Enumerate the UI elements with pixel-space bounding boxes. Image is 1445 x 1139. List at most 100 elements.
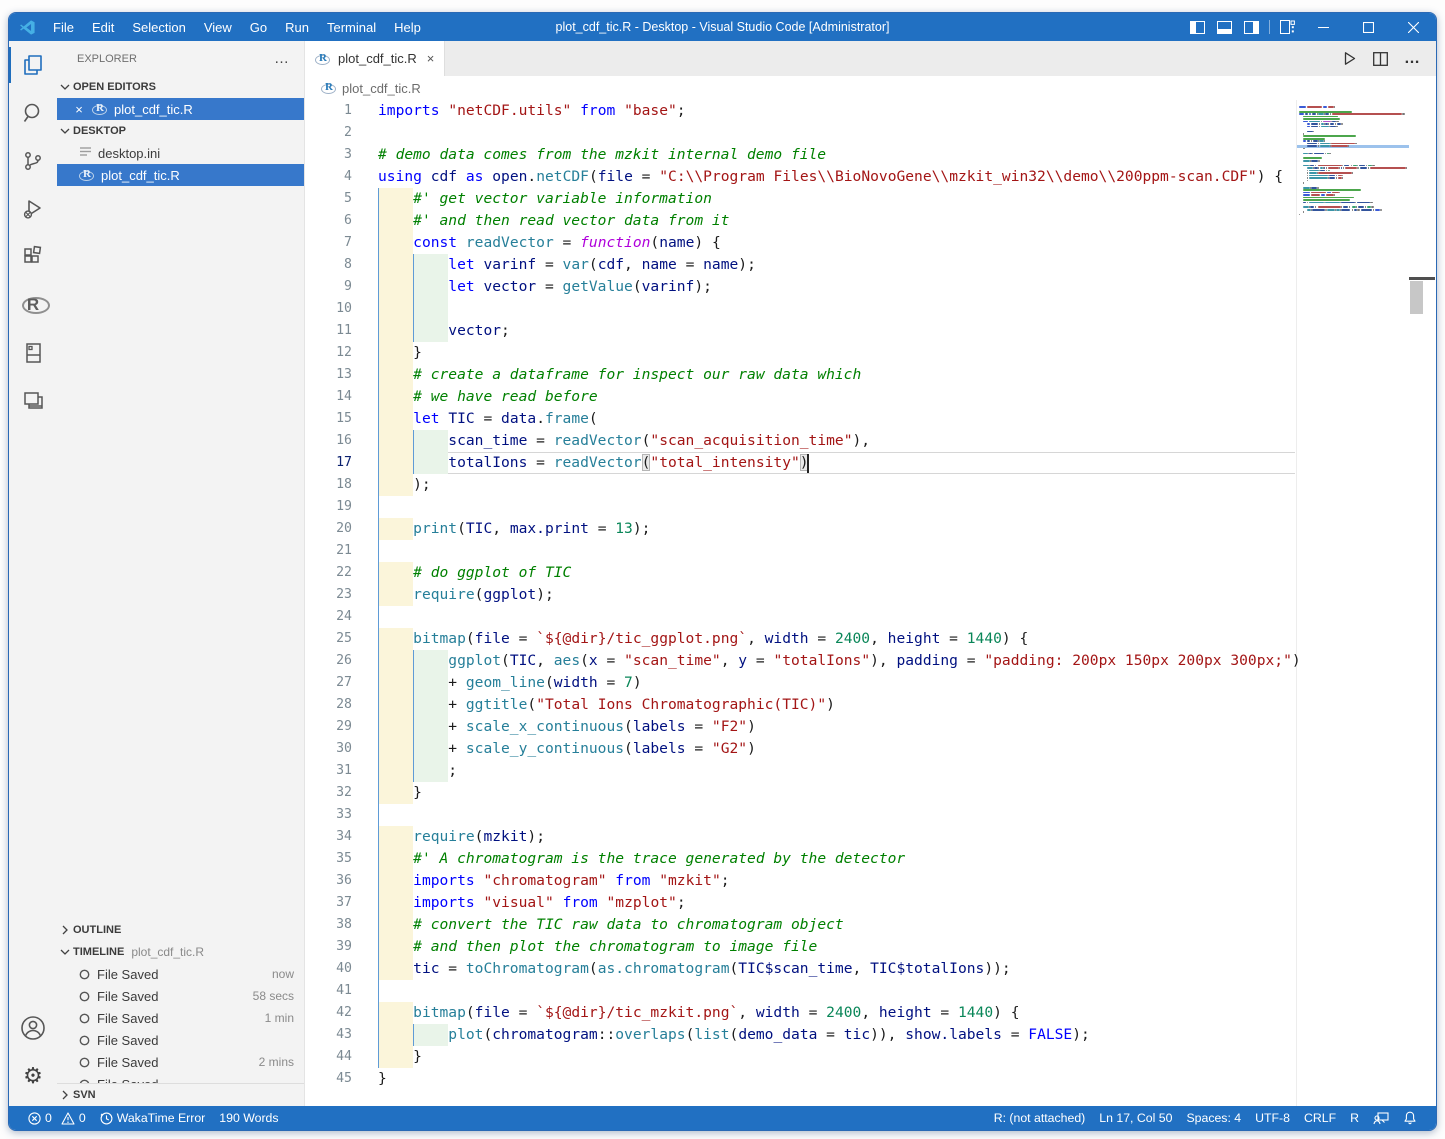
code-line[interactable]: 3# demo data comes from the mzkit intern… bbox=[305, 144, 1297, 166]
language-mode-status[interactable]: R bbox=[1343, 1106, 1366, 1130]
code-line[interactable]: 8 let varinf = var(cdf, name = name); bbox=[305, 254, 1297, 276]
wakatime-status[interactable]: WakaTime Error bbox=[93, 1106, 213, 1130]
code-line[interactable]: 44 } bbox=[305, 1046, 1297, 1068]
code-line[interactable]: 18 ); bbox=[305, 474, 1297, 496]
code-line[interactable]: 2 bbox=[305, 122, 1297, 144]
toggle-secondary-sidebar-icon[interactable] bbox=[1238, 13, 1265, 41]
maximize-button[interactable] bbox=[1346, 13, 1391, 41]
code-line[interactable]: 29 + scale_x_continuous(labels = "F2") bbox=[305, 716, 1297, 738]
code-line[interactable]: 37 imports "visual" from "mzplot"; bbox=[305, 892, 1297, 914]
menu-go[interactable]: Go bbox=[241, 20, 276, 35]
tab-plot-cdf-tic[interactable]: plot_cdf_tic.R × bbox=[305, 41, 445, 76]
code-line[interactable]: 5 #' get vector variable information bbox=[305, 188, 1297, 210]
split-editor-icon[interactable] bbox=[1373, 52, 1388, 66]
code-line[interactable]: 32 } bbox=[305, 782, 1297, 804]
menu-selection[interactable]: Selection bbox=[123, 20, 194, 35]
tab-close-icon[interactable]: × bbox=[427, 51, 435, 66]
cursor-position-status[interactable]: Ln 17, Col 50 bbox=[1092, 1106, 1179, 1130]
code-line[interactable]: 36 imports "chromatogram" from "mzkit"; bbox=[305, 870, 1297, 892]
code-line[interactable]: 13 # create a dataframe for inspect our … bbox=[305, 364, 1297, 386]
close-editor-icon[interactable]: × bbox=[71, 102, 87, 117]
breadcrumb[interactable]: plot_cdf_tic.R bbox=[305, 76, 1436, 100]
menu-help[interactable]: Help bbox=[385, 20, 430, 35]
account-icon[interactable] bbox=[9, 1004, 57, 1052]
code-line[interactable]: 30 + scale_y_continuous(labels = "G2") bbox=[305, 738, 1297, 760]
code-line[interactable]: 45} bbox=[305, 1068, 1297, 1090]
timeline-item[interactable]: File Saved1 min bbox=[57, 1007, 304, 1029]
menu-file[interactable]: File bbox=[44, 20, 83, 35]
indentation-status[interactable]: Spaces: 4 bbox=[1179, 1106, 1248, 1130]
file-item-plot-cdf-tic[interactable]: plot_cdf_tic.R bbox=[57, 164, 304, 186]
menu-terminal[interactable]: Terminal bbox=[318, 20, 385, 35]
code-line[interactable]: 27 + geom_line(width = 7) bbox=[305, 672, 1297, 694]
toggle-sidebar-icon[interactable] bbox=[1184, 13, 1211, 41]
source-control-icon[interactable] bbox=[9, 137, 57, 185]
code-line[interactable]: 34 require(mzkit); bbox=[305, 826, 1297, 848]
code-editor[interactable]: 1imports "netCDF.utils" from "base";23# … bbox=[305, 100, 1436, 1106]
timeline-item[interactable]: File Savednow bbox=[57, 963, 304, 985]
code-line[interactable]: 41 bbox=[305, 980, 1297, 1002]
code-line[interactable]: 43 plot(chromatogram::overlaps(list(demo… bbox=[305, 1024, 1297, 1046]
code-line[interactable]: 16 scan_time = readVector("scan_acquisit… bbox=[305, 430, 1297, 452]
code-line[interactable]: 4using cdf as open.netCDF(file = "C:\\Pr… bbox=[305, 166, 1297, 188]
open-editor-item[interactable]: × plot_cdf_tic.R bbox=[57, 98, 304, 120]
code-line[interactable]: 15 let TIC = data.frame( bbox=[305, 408, 1297, 430]
close-button[interactable] bbox=[1391, 13, 1436, 41]
timeline-header[interactable]: TIMELINE plot_cdf_tic.R bbox=[57, 941, 304, 963]
eol-status[interactable]: CRLF bbox=[1297, 1106, 1343, 1130]
code-line[interactable]: 14 # we have read before bbox=[305, 386, 1297, 408]
code-line[interactable]: 35 #' A chromatogram is the trace genera… bbox=[305, 848, 1297, 870]
timeline-item[interactable]: File Saved58 secs bbox=[57, 985, 304, 1007]
r-session-status[interactable]: R: (not attached) bbox=[987, 1106, 1093, 1130]
editor-more-actions-icon[interactable]: … bbox=[1404, 50, 1420, 68]
code-line[interactable]: 31 ; bbox=[305, 760, 1297, 782]
code-line[interactable]: 9 let vector = getValue(varinf); bbox=[305, 276, 1297, 298]
timeline-item[interactable]: File Saved bbox=[57, 1029, 304, 1051]
code-line[interactable]: 42 bitmap(file = `${@dir}/tic_mzkit.png`… bbox=[305, 1002, 1297, 1024]
timeline-item[interactable]: File Saved2 mins bbox=[57, 1051, 304, 1073]
code-line[interactable]: 24 bbox=[305, 606, 1297, 628]
code-line[interactable]: 22 # do ggplot of TIC bbox=[305, 562, 1297, 584]
editor-scrollbar[interactable] bbox=[1409, 100, 1436, 1106]
code-line[interactable]: 1imports "netCDF.utils" from "base"; bbox=[305, 100, 1297, 122]
notebook-icon[interactable] bbox=[9, 329, 57, 377]
encoding-status[interactable]: UTF-8 bbox=[1248, 1106, 1297, 1130]
search-icon[interactable] bbox=[9, 89, 57, 137]
code-line[interactable]: 17 totalIons = readVector("total_intensi… bbox=[305, 452, 1297, 474]
timeline-item[interactable]: File Saved bbox=[57, 1073, 304, 1083]
run-debug-icon[interactable] bbox=[9, 185, 57, 233]
explorer-more-actions-icon[interactable]: … bbox=[274, 50, 290, 67]
windows-icon[interactable] bbox=[9, 377, 57, 425]
svn-header[interactable]: SVN bbox=[57, 1083, 304, 1106]
code-line[interactable]: 7 const readVector = function(name) { bbox=[305, 232, 1297, 254]
menu-edit[interactable]: Edit bbox=[83, 20, 123, 35]
code-line[interactable]: 20 print(TIC, max.print = 13); bbox=[305, 518, 1297, 540]
minimize-button[interactable] bbox=[1301, 13, 1346, 41]
r-session-watcher-icon[interactable] bbox=[1366, 1106, 1396, 1130]
minimap[interactable] bbox=[1296, 100, 1409, 1106]
customize-layout-icon[interactable] bbox=[1274, 13, 1301, 41]
problems-status[interactable]: 0 0 bbox=[21, 1106, 93, 1130]
menu-view[interactable]: View bbox=[195, 20, 241, 35]
extensions-icon[interactable] bbox=[9, 233, 57, 281]
file-item-desktop-ini[interactable]: desktop.ini bbox=[57, 142, 304, 164]
scrollbar-thumb[interactable] bbox=[1410, 281, 1423, 314]
code-line[interactable]: 26 ggplot(TIC, aes(x = "scan_time", y = … bbox=[305, 650, 1297, 672]
code-line[interactable]: 33 bbox=[305, 804, 1297, 826]
code-line[interactable]: 23 require(ggplot); bbox=[305, 584, 1297, 606]
open-editors-header[interactable]: OPEN EDITORS bbox=[57, 76, 304, 98]
settings-gear-icon[interactable]: ⚙ bbox=[9, 1052, 57, 1100]
code-line[interactable]: 39 # and then plot the chromatogram to i… bbox=[305, 936, 1297, 958]
code-line[interactable]: 25 bitmap(file = `${@dir}/tic_ggplot.png… bbox=[305, 628, 1297, 650]
code-line[interactable]: 11 vector; bbox=[305, 320, 1297, 342]
notifications-bell-icon[interactable] bbox=[1396, 1106, 1424, 1130]
run-file-icon[interactable] bbox=[1342, 51, 1357, 66]
code-line[interactable]: 21 bbox=[305, 540, 1297, 562]
code-line[interactable]: 28 + ggtitle("Total Ions Chromatographic… bbox=[305, 694, 1297, 716]
word-count-status[interactable]: 190 Words bbox=[212, 1106, 285, 1130]
explorer-icon[interactable] bbox=[9, 41, 57, 89]
code-line[interactable]: 19 bbox=[305, 496, 1297, 518]
code-line[interactable]: 6 #' and then read vector data from it bbox=[305, 210, 1297, 232]
outline-header[interactable]: OUTLINE bbox=[57, 919, 304, 941]
r-extension-icon[interactable]: R bbox=[9, 281, 57, 329]
